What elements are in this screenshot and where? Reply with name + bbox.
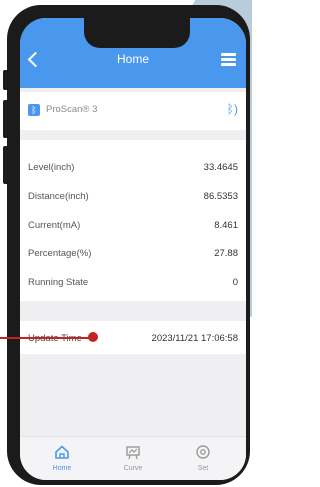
- reading-label: Level(inch): [28, 162, 75, 173]
- menu-icon[interactable]: [221, 53, 236, 66]
- reading-row-distance: Distance(inch) 86.5353: [20, 183, 246, 211]
- update-time-value: 2023/11/21 17:06:58: [151, 333, 238, 344]
- reading-row-running-state: Running State 0: [20, 269, 246, 297]
- device-card[interactable]: ᛒ ProScan® 3 ᛒ): [20, 92, 246, 130]
- reading-value: 86.5353: [203, 191, 238, 202]
- annotation-pointer-line: [0, 337, 91, 339]
- reading-value: 8.461: [214, 220, 238, 231]
- phone-frame: Home ᛒ ProScan® 3 ᛒ) Level(inch) 33.4645…: [7, 5, 250, 485]
- tab-set[interactable]: Set: [173, 437, 233, 480]
- bottom-tab-bar: Home Curve Set: [20, 436, 246, 480]
- curve-icon: [126, 446, 140, 460]
- bluetooth-connected-icon[interactable]: ᛒ): [227, 102, 238, 116]
- reading-row-level: Level(inch) 33.4645: [20, 154, 246, 182]
- readings-card: Level(inch) 33.4645 Distance(inch) 86.53…: [20, 140, 246, 301]
- reading-row-current: Current(mA) 8.461: [20, 212, 246, 240]
- reading-label: Current(mA): [28, 220, 81, 231]
- reading-value: 33.4645: [203, 162, 238, 173]
- app-screen: Home ᛒ ProScan® 3 ᛒ) Level(inch) 33.4645…: [20, 18, 246, 480]
- tab-label: Home: [52, 465, 72, 472]
- reading-value: 27.88: [214, 248, 238, 259]
- settings-icon: [196, 445, 210, 459]
- device-name: ProScan® 3: [46, 104, 98, 115]
- page-title: Home: [116, 52, 149, 66]
- home-icon: [55, 445, 69, 459]
- phone-notch: [84, 18, 190, 48]
- update-time-label: Update Time: [28, 333, 82, 344]
- tab-label: Set: [197, 465, 209, 472]
- reading-row-percentage: Percentage(%) 27.88: [20, 240, 246, 268]
- annotation-pointer-dot: [88, 332, 98, 342]
- tab-curve[interactable]: Curve: [103, 437, 163, 480]
- bluetooth-badge-icon: ᛒ: [28, 104, 40, 116]
- tab-home[interactable]: Home: [32, 437, 92, 480]
- tab-label: Curve: [123, 465, 143, 472]
- reading-label: Running State: [28, 277, 89, 288]
- reading-label: Distance(inch): [28, 191, 89, 202]
- reading-label: Percentage(%): [28, 248, 92, 259]
- reading-value: 0: [232, 277, 238, 288]
